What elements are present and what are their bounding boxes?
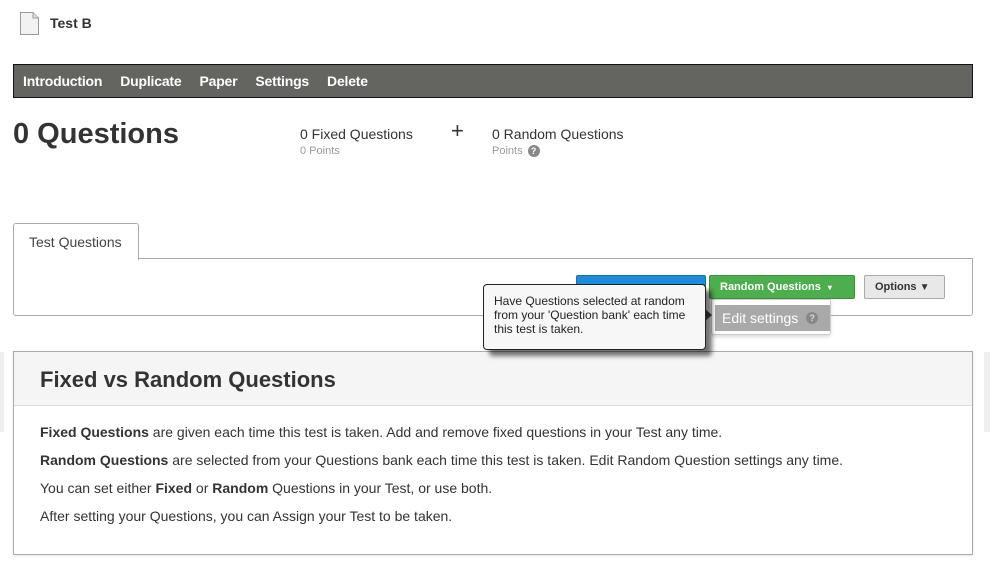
tab-test-questions[interactable]: Test Questions — [13, 223, 139, 260]
fixed-questions-count: 0 Fixed Questions — [300, 126, 413, 142]
info-line-random: Random Questions are selected from your … — [40, 452, 972, 480]
info-title: Fixed vs Random Questions — [14, 352, 972, 406]
nav-delete[interactable]: Delete — [327, 73, 368, 89]
nav-settings[interactable]: Settings — [255, 73, 309, 89]
tooltip-text: Have Questions selected at random from y… — [494, 294, 686, 336]
bold-term: Fixed Questions — [40, 424, 149, 440]
bold-term: Fixed — [155, 480, 193, 496]
bold-term: Random — [212, 480, 269, 496]
document-icon — [20, 11, 39, 35]
info-line-assign: After setting your Questions, you can As… — [40, 508, 453, 524]
background-strip — [984, 352, 990, 432]
fixed-points: 0 Points — [300, 145, 340, 157]
info-text: You can set either — [40, 480, 156, 496]
options-button-label: Options — [875, 281, 917, 293]
caret-down-icon: ▾ — [827, 282, 832, 292]
info-text: Questions in your Test, or use both. — [268, 480, 493, 496]
random-points: Points — [492, 145, 523, 157]
nav-paper[interactable]: Paper — [199, 73, 237, 89]
random-questions-dropdown: Edit settings ? — [711, 299, 831, 335]
random-questions-count: 0 Random Questions — [492, 126, 624, 142]
info-text: are given each time this test is taken. … — [148, 424, 723, 440]
action-menu-bar: Introduction Duplicate Paper Settings De… — [13, 64, 973, 98]
random-questions-button-label: Random Questions — [720, 281, 821, 293]
nav-duplicate[interactable]: Duplicate — [120, 73, 181, 89]
info-panel: Fixed vs Random Questions Fixed Question… — [13, 351, 973, 555]
nav-introduction[interactable]: Introduction — [23, 73, 102, 89]
menu-item-label: Edit settings — [722, 310, 799, 326]
menu-item-edit-settings[interactable]: Edit settings ? — [715, 305, 830, 331]
tooltip: Have Questions selected at random from y… — [483, 284, 712, 350]
tooltip-arrow — [705, 309, 712, 321]
info-line-fixed: Fixed Questions are given each time this… — [40, 424, 972, 452]
help-icon: ? — [806, 312, 819, 324]
help-icon[interactable]: ? — [527, 145, 540, 157]
info-text: or — [192, 480, 213, 496]
caret-down-icon: ▼ — [919, 281, 930, 293]
options-button[interactable]: Options ▼ — [864, 275, 945, 299]
page-title: Test B — [50, 15, 92, 31]
plus-sign: + — [451, 118, 464, 143]
page-header: Test B — [20, 10, 92, 36]
bold-term: Random Questions — [40, 452, 169, 468]
random-questions-button[interactable]: Random Questions ▾ — [709, 275, 855, 299]
fixed-questions-stat: 0 Fixed Questions 0 Points — [300, 126, 413, 157]
info-text: are selected from your Questions bank ea… — [168, 452, 844, 468]
total-questions: 0 Questions — [13, 118, 179, 150]
background-strip — [0, 352, 4, 432]
info-line-either: You can set either Fixed or Random Quest… — [40, 480, 972, 508]
random-questions-stat: 0 Random Questions Points ? — [492, 126, 624, 157]
